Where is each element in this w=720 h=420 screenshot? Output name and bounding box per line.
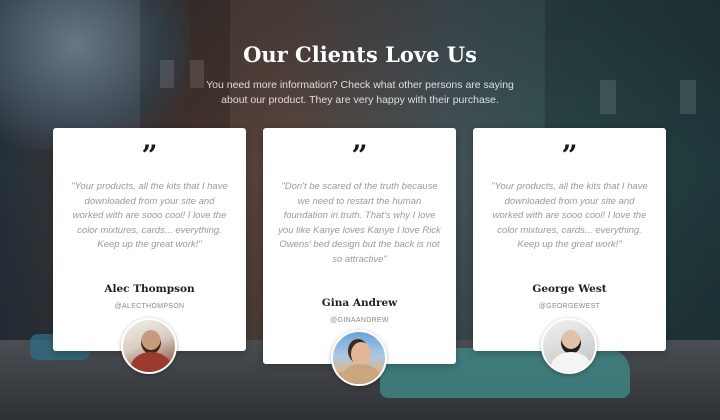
avatar-face	[141, 330, 161, 354]
avatar-face	[351, 342, 371, 366]
avatar	[331, 330, 387, 386]
testimonials-section: Our Clients Love Us You need more inform…	[0, 0, 720, 420]
testimonial-card: ” "Don't be scared of the truth because …	[263, 128, 456, 364]
avatar-shoulders	[131, 352, 171, 372]
client-name: Alec Thompson	[104, 283, 195, 295]
client-handle: @GINAANDREW	[330, 317, 389, 324]
quote-icon: ”	[561, 139, 578, 172]
client-handle: @ALECTHOMPSON	[114, 303, 185, 310]
avatar-shoulders	[551, 352, 591, 372]
testimonial-text: "Don't be scared of the truth because we…	[278, 181, 441, 265]
avatar	[541, 318, 597, 374]
section-subtitle: You need more information? Check what ot…	[206, 79, 514, 106]
client-name: George West	[532, 283, 607, 295]
quote-icon: ”	[351, 139, 368, 172]
avatar-face	[561, 330, 581, 354]
avatar	[121, 318, 177, 374]
client-handle: @GEORGEWEST	[538, 303, 601, 310]
testimonial-text: "Your products, all the kits that I have…	[491, 181, 648, 251]
section-title: Our Clients Love Us	[243, 42, 477, 67]
avatar-shoulders	[341, 364, 381, 384]
quote-icon: ”	[141, 139, 158, 172]
client-name: Gina Andrew	[321, 297, 398, 309]
testimonial-text: "Your products, all the kits that I have…	[71, 181, 228, 251]
